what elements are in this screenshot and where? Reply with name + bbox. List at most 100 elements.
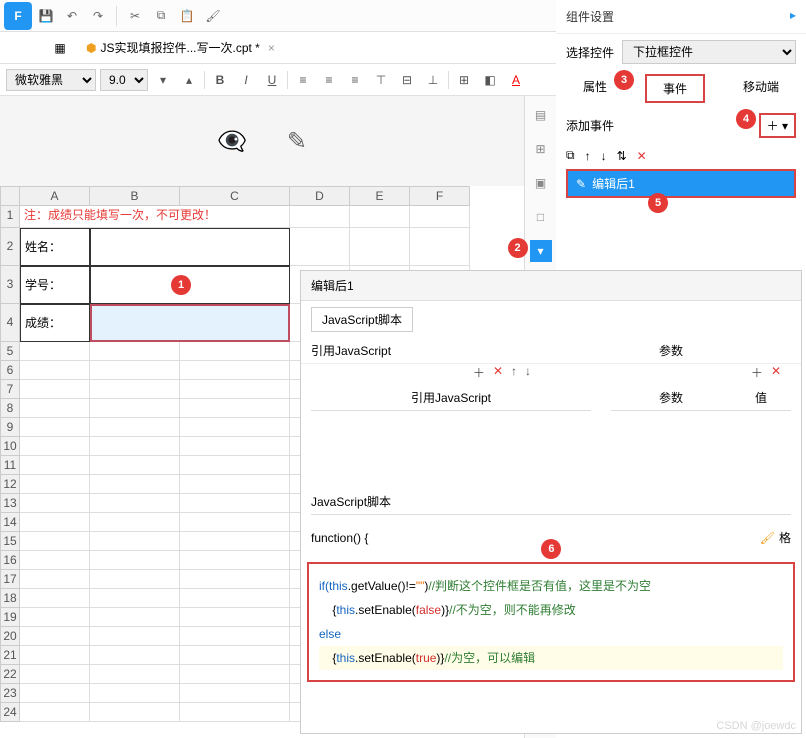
col-header[interactable]: F — [410, 186, 470, 206]
align-top-icon[interactable]: ⊤ — [370, 69, 392, 91]
delete-icon[interactable]: ✕ — [637, 149, 647, 163]
bold-icon[interactable]: B — [209, 69, 231, 91]
undo-icon[interactable]: ↶ — [60, 4, 84, 28]
event-list-item[interactable]: ✎ 编辑后1 5 — [566, 169, 796, 198]
row-header[interactable]: 19 — [0, 608, 20, 627]
row-header[interactable]: 1 — [0, 206, 20, 228]
row-header[interactable]: 22 — [0, 665, 20, 684]
panel-title: 组件设置 — [566, 8, 614, 25]
add-event-button[interactable]: ＋ ▾ — [759, 113, 796, 138]
panel-collapse-icon[interactable]: ▸ — [790, 8, 796, 25]
widget-type-select[interactable]: 下拉框控件 — [622, 40, 796, 64]
row-header[interactable]: 16 — [0, 551, 20, 570]
col-header[interactable]: D — [290, 186, 350, 206]
tab-events[interactable]: 事件 — [645, 74, 705, 103]
align-middle-icon[interactable]: ⊟ — [396, 69, 418, 91]
row-header[interactable]: 15 — [0, 532, 20, 551]
col-header[interactable]: E — [350, 186, 410, 206]
row-header[interactable]: 5 — [0, 342, 20, 361]
eye-slash-icon[interactable]: 👁‍🗨 — [217, 127, 247, 156]
up-icon[interactable]: ↑ — [511, 364, 517, 381]
row-header[interactable]: 10 — [0, 437, 20, 456]
row-header[interactable]: 14 — [0, 513, 20, 532]
add-icon[interactable]: ＋ — [751, 364, 763, 381]
format-brush[interactable]: 格 — [760, 529, 791, 546]
expand-icon[interactable]: ⊞ — [530, 138, 552, 160]
row-header[interactable]: 21 — [0, 646, 20, 665]
row-header[interactable]: 4 — [0, 304, 20, 342]
move-up-icon[interactable]: ↑ — [585, 149, 591, 163]
increase-font-icon[interactable]: ▴ — [178, 69, 200, 91]
input-cell[interactable] — [90, 228, 290, 266]
move-down-icon[interactable]: ↓ — [601, 149, 607, 163]
cond-icon[interactable]: ▣ — [530, 172, 552, 194]
row-header[interactable]: 23 — [0, 684, 20, 703]
paste-icon[interactable]: 📋 — [175, 4, 199, 28]
align-center-icon[interactable]: ≡ — [318, 69, 340, 91]
script-type-tab[interactable]: JavaScript脚本 — [311, 307, 413, 332]
label-cell[interactable]: 姓名： — [20, 228, 90, 266]
row-header[interactable]: 3 — [0, 266, 20, 304]
col-header[interactable]: A — [20, 186, 90, 206]
label-cell[interactable]: 成绩： — [20, 304, 90, 342]
row-header[interactable]: 7 — [0, 380, 20, 399]
script-panel: 编辑后1 JavaScript脚本 引用JavaScript 参数 ＋ ✕ ↑ … — [300, 270, 802, 734]
redo-icon[interactable]: ↷ — [86, 4, 110, 28]
font-color-icon[interactable]: A — [505, 69, 527, 91]
row-header[interactable]: 18 — [0, 589, 20, 608]
cut-icon[interactable]: ✂ — [123, 4, 147, 28]
row-header[interactable]: 8 — [0, 399, 20, 418]
underline-icon[interactable]: U — [261, 69, 283, 91]
code-editor[interactable]: if(this.getValue()!="")//判断这个控件框是否有值，这里是… — [307, 562, 795, 682]
font-family-select[interactable]: 微软雅黑 — [6, 69, 96, 91]
col-header[interactable]: B — [90, 186, 180, 206]
remove-icon[interactable]: ✕ — [493, 364, 503, 381]
remove-icon[interactable]: ✕ — [771, 364, 781, 381]
pencil-icon[interactable]: ✎ — [287, 127, 307, 156]
row-header[interactable]: 6 — [0, 361, 20, 380]
selected-cell[interactable] — [90, 304, 290, 342]
import-col-label: 引用JavaScript — [311, 342, 551, 359]
row-header[interactable]: 20 — [0, 627, 20, 646]
row-header[interactable]: 24 — [0, 703, 20, 722]
js-file-icon: ⬢ — [86, 41, 96, 55]
col-header[interactable]: C — [180, 186, 290, 206]
row-header[interactable]: 9 — [0, 418, 20, 437]
border-icon[interactable]: ⊞ — [453, 69, 475, 91]
align-bottom-icon[interactable]: ⊥ — [422, 69, 444, 91]
row-header[interactable]: 17 — [0, 570, 20, 589]
row-header[interactable]: 13 — [0, 494, 20, 513]
align-right-icon[interactable]: ≡ — [344, 69, 366, 91]
import-header: 引用JavaScript — [311, 385, 591, 411]
label-cell[interactable]: 学号： — [20, 266, 90, 304]
grid-icon[interactable]: ▦ — [50, 38, 70, 58]
font-size-select[interactable]: 9.0 — [100, 69, 148, 91]
italic-icon[interactable]: I — [235, 69, 257, 91]
callout-4: 4 — [736, 109, 756, 129]
input-cell[interactable]: 1 — [90, 266, 290, 304]
format-painter-icon[interactable]: 🖌 — [201, 4, 225, 28]
tab-mobile[interactable]: 移动端 — [727, 74, 795, 103]
filter-icon[interactable]: □ — [530, 206, 552, 228]
decrease-font-icon[interactable]: ▾ — [152, 69, 174, 91]
fill-color-icon[interactable]: ◧ — [479, 69, 501, 91]
row-header[interactable]: 2 — [0, 228, 20, 266]
add-icon[interactable]: ＋ — [473, 364, 485, 381]
close-icon[interactable]: × — [268, 41, 275, 55]
down-icon[interactable]: ↓ — [525, 364, 531, 381]
copy-icon[interactable]: ⧉ — [149, 4, 173, 28]
row-header[interactable]: 11 — [0, 456, 20, 475]
widget-icon[interactable]: ▾ — [530, 240, 552, 262]
layout-icon[interactable]: ▤ — [530, 104, 552, 126]
copy-icon[interactable]: ⧉ — [566, 148, 575, 163]
edit-icon: ✎ — [576, 177, 586, 191]
value-header: 值 — [731, 385, 791, 411]
align-left-icon[interactable]: ≡ — [292, 69, 314, 91]
sort-icon[interactable]: ⇅ — [617, 149, 627, 163]
app-logo: F — [4, 2, 32, 30]
file-tab[interactable]: ⬢ JS实现填报控件...写一次.cpt * × — [78, 35, 283, 60]
note-cell[interactable]: 注：成绩只能填写一次，不可更改！ — [20, 206, 290, 228]
row-header[interactable]: 12 — [0, 475, 20, 494]
save-icon[interactable]: 💾 — [34, 4, 58, 28]
function-label: function() { — [311, 531, 368, 545]
